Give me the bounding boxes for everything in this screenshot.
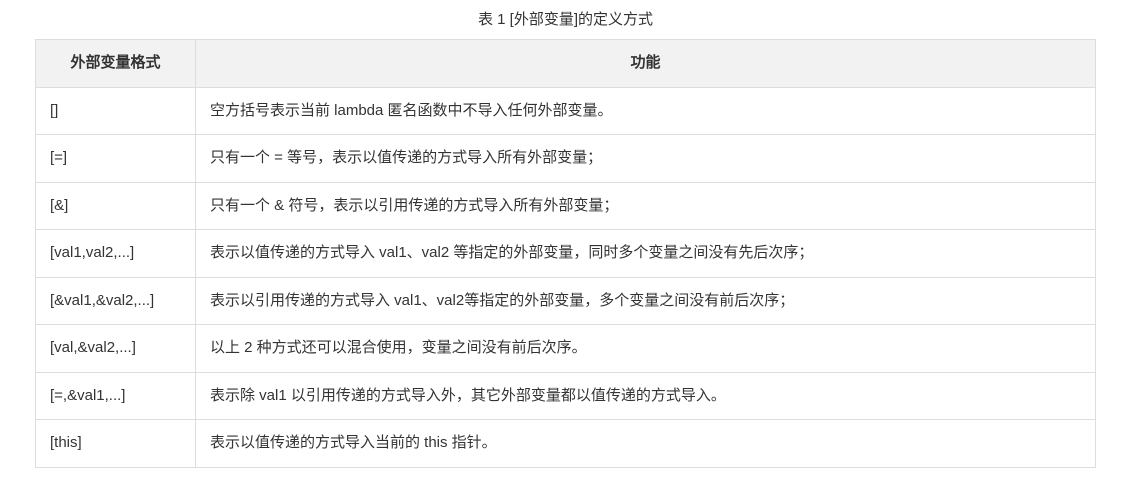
cell-format: [&] [36, 182, 196, 230]
cell-desc: 表示除 val1 以引用传递的方式导入外，其它外部变量都以值传递的方式导入。 [196, 372, 1096, 420]
cell-desc: 只有一个 = 等号，表示以值传递的方式导入所有外部变量； [196, 135, 1096, 183]
cell-desc: 只有一个 & 符号，表示以引用传递的方式导入所有外部变量； [196, 182, 1096, 230]
cell-desc: 表示以引用传递的方式导入 val1、val2等指定的外部变量，多个变量之间没有前… [196, 277, 1096, 325]
cell-format: [] [36, 87, 196, 135]
cell-format: [val1,val2,...] [36, 230, 196, 278]
cell-format: [=] [36, 135, 196, 183]
cell-format: [val,&val2,...] [36, 325, 196, 373]
cell-format: [this] [36, 420, 196, 468]
cell-desc: 表示以值传递的方式导入 val1、val2 等指定的外部变量，同时多个变量之间没… [196, 230, 1096, 278]
table-caption: 表 1 [外部变量]的定义方式 [35, 8, 1096, 29]
lambda-capture-table: 外部变量格式 功能 [] 空方括号表示当前 lambda 匿名函数中不导入任何外… [35, 39, 1096, 468]
table-row: [&val1,&val2,...] 表示以引用传递的方式导入 val1、val2… [36, 277, 1096, 325]
cell-desc: 表示以值传递的方式导入当前的 this 指针。 [196, 420, 1096, 468]
table-row: [=,&val1,...] 表示除 val1 以引用传递的方式导入外，其它外部变… [36, 372, 1096, 420]
table-row: [&] 只有一个 & 符号，表示以引用传递的方式导入所有外部变量； [36, 182, 1096, 230]
cell-format: [&val1,&val2,...] [36, 277, 196, 325]
table-row: [] 空方括号表示当前 lambda 匿名函数中不导入任何外部变量。 [36, 87, 1096, 135]
table-row: [this] 表示以值传递的方式导入当前的 this 指针。 [36, 420, 1096, 468]
cell-desc: 空方括号表示当前 lambda 匿名函数中不导入任何外部变量。 [196, 87, 1096, 135]
cell-format: [=,&val1,...] [36, 372, 196, 420]
header-function: 功能 [196, 40, 1096, 88]
table-header-row: 外部变量格式 功能 [36, 40, 1096, 88]
table-row: [=] 只有一个 = 等号，表示以值传递的方式导入所有外部变量； [36, 135, 1096, 183]
header-format: 外部变量格式 [36, 40, 196, 88]
table-row: [val1,val2,...] 表示以值传递的方式导入 val1、val2 等指… [36, 230, 1096, 278]
cell-desc: 以上 2 种方式还可以混合使用，变量之间没有前后次序。 [196, 325, 1096, 373]
table-row: [val,&val2,...] 以上 2 种方式还可以混合使用，变量之间没有前后… [36, 325, 1096, 373]
